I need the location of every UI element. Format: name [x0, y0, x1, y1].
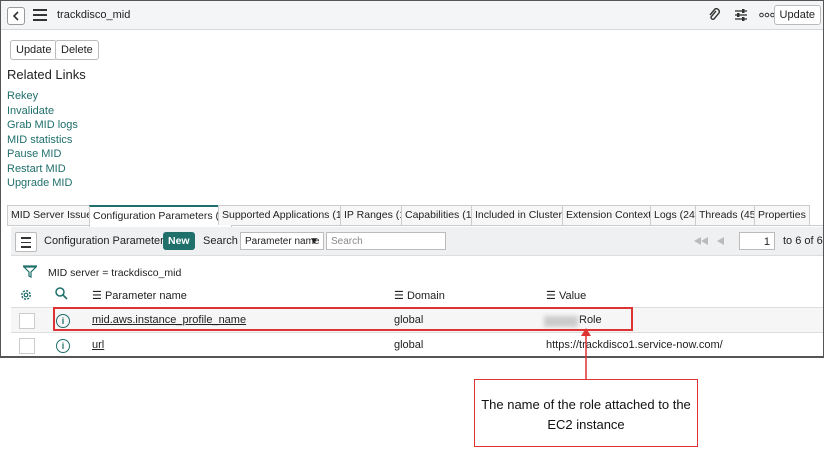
column-menu-icon: ☰	[92, 290, 102, 302]
previous-page-icon[interactable]	[717, 237, 724, 245]
table-row: i url global https://trackdisco1.service…	[11, 333, 823, 356]
update-button-header[interactable]: Update	[773, 5, 821, 25]
first-page-icon[interactable]	[694, 237, 708, 245]
column-label: Parameter name	[104, 290, 187, 302]
settings-sliders-icon[interactable]	[734, 8, 748, 22]
filter-icon[interactable]	[23, 265, 37, 279]
column-header-domain[interactable]: ☰ Domain	[394, 289, 445, 302]
search-icon[interactable]	[54, 286, 68, 300]
back-button[interactable]	[7, 7, 25, 25]
page-number-input[interactable]: 1	[739, 232, 775, 250]
paperclip-icon[interactable]	[707, 8, 721, 22]
column-menu-icon: ☰	[394, 290, 404, 302]
link-pause-mid[interactable]: Pause MID	[7, 148, 61, 160]
search-field-select[interactable]: Parameter name ▼	[240, 232, 324, 250]
link-grab-mid-logs[interactable]: Grab MID logs	[7, 119, 78, 131]
search-label: Search	[203, 235, 238, 247]
hamburger-menu-icon[interactable]	[33, 9, 47, 21]
gear-icon[interactable]	[19, 288, 33, 302]
tab-supported-applications[interactable]: Supported Applications (1)	[218, 205, 350, 225]
tab-extension-contexts[interactable]: Extension Contexts	[562, 205, 661, 225]
column-label: Domain	[406, 290, 445, 302]
caret-down-icon: ▼	[309, 236, 319, 247]
info-icon[interactable]: i	[56, 339, 70, 353]
related-links-heading: Related Links	[7, 67, 86, 82]
delete-button[interactable]: Delete	[55, 40, 99, 60]
link-rekey[interactable]: Rekey	[7, 90, 38, 102]
domain-cell: global	[394, 339, 424, 351]
column-header-parameter-name[interactable]: ☰ Parameter name	[92, 289, 187, 302]
record-title: trackdisco_mid	[57, 9, 131, 21]
row-checkbox[interactable]	[19, 338, 35, 354]
column-label: Value	[558, 290, 587, 302]
page-info: to 6 of 6	[783, 235, 823, 247]
value-cell: https://trackdisco1.service-now.com/	[546, 339, 723, 351]
new-button[interactable]: New	[163, 232, 195, 250]
annotation-callout: The name of the role attached to the EC2…	[474, 379, 698, 447]
search-input[interactable]: Search	[326, 232, 446, 250]
related-lists-tabs: MID Server Issues Configuration Paramete…	[7, 205, 823, 227]
form-header: trackdisco_mid Update	[1, 1, 823, 30]
link-mid-statistics[interactable]: MID statistics	[7, 134, 72, 146]
tab-capabilities[interactable]: Capabilities (1)	[401, 205, 480, 225]
link-upgrade-mid[interactable]: Upgrade MID	[7, 177, 72, 189]
list-title: Configuration Parameters	[44, 235, 170, 247]
tab-configuration-parameters[interactable]: Configuration Parameters (6)	[89, 205, 233, 227]
tab-included-in-clusters[interactable]: Included in Clusters	[471, 205, 572, 225]
column-header-value[interactable]: ☰ Value	[546, 289, 586, 302]
callout-arrow-icon	[581, 328, 591, 379]
tab-properties[interactable]: Properties	[754, 205, 810, 225]
filter-breadcrumb[interactable]: MID server = trackdisco_mid	[48, 267, 181, 279]
more-options-icon[interactable]	[759, 12, 775, 18]
chevron-left-icon	[12, 11, 19, 21]
link-invalidate[interactable]: Invalidate	[7, 105, 54, 117]
link-restart-mid[interactable]: Restart MID	[7, 163, 66, 175]
highlight-box	[53, 307, 633, 331]
update-button[interactable]: Update	[10, 40, 58, 60]
parameter-name-link[interactable]: url	[92, 339, 104, 351]
column-menu-icon: ☰	[546, 290, 556, 302]
browser-frame: trackdisco_mid Update Update Delete Rela…	[0, 0, 824, 358]
row-checkbox[interactable]	[19, 313, 35, 329]
tab-mid-server-issues[interactable]: MID Server Issues	[7, 205, 102, 225]
list-header: Configuration Parameters New Search Para…	[11, 227, 823, 256]
tab-threads[interactable]: Threads (45)	[695, 205, 764, 225]
list-menu-icon[interactable]	[15, 232, 37, 252]
